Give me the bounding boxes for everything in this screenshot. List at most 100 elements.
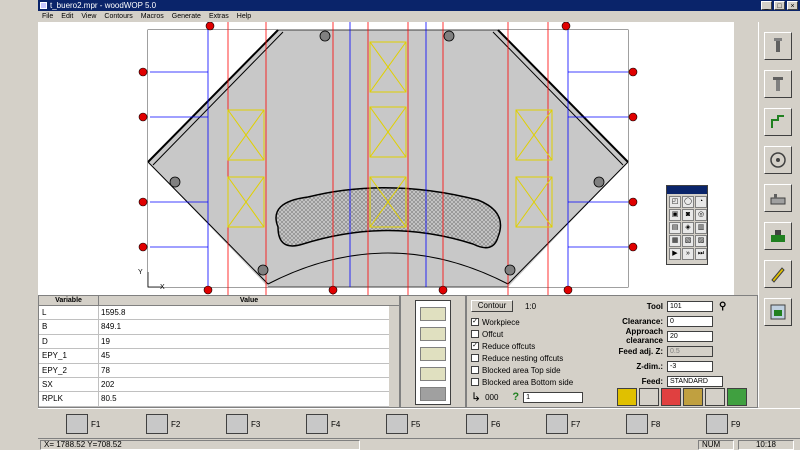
reduce-offcuts-checkbox[interactable]: ✓ Reduce offcuts [471,340,535,352]
workpiece-drawing[interactable] [38,21,734,295]
blocked-top-checkbox[interactable]: Blocked area Top side [471,364,561,376]
add-icon[interactable] [727,388,747,406]
contour-button[interactable]: Contour [471,300,513,312]
binoculars-icon[interactable]: ⚲ [719,301,726,312]
palette-tool-3[interactable]: ◔ [695,196,707,208]
table-row[interactable]: RPLK 80.5 [39,392,399,407]
nesting-button[interactable] [764,298,792,326]
palette-tool-12[interactable]: ▨ [695,235,707,247]
palette-tool-9[interactable]: ▥ [695,222,707,234]
operation-drill-icon[interactable] [420,307,446,321]
vertical-scrollbar[interactable] [389,306,399,407]
save-icon[interactable] [683,388,703,406]
feed-input[interactable]: STANDARD [667,375,723,387]
search-icon[interactable] [705,388,725,406]
up-down-arrow-icon[interactable] [639,388,659,406]
column-header-variable[interactable]: Variable [39,296,99,305]
menu-extras[interactable]: Extras [209,11,229,22]
f9-button[interactable]: F9 [706,413,740,435]
table-row[interactable]: L 1595.8 [39,306,399,321]
table-row[interactable]: B 849.1 [39,320,399,335]
z-dim-input[interactable]: -3 [667,360,713,372]
feed-field: Feed: STANDARD [587,375,723,387]
help-icon[interactable]: ? [512,391,519,403]
help-input[interactable]: 1 [523,391,584,403]
table-row[interactable]: SX 202 [39,377,399,393]
tool-input[interactable]: 101 [667,300,713,312]
saw-button[interactable] [764,146,792,174]
checkbox-checked[interactable]: ✓ [471,342,479,350]
variable-value[interactable]: 45 [99,349,399,363]
table-row[interactable]: EPY_1 45 [39,349,399,364]
menu-help[interactable]: Help [237,11,251,22]
variable-value[interactable]: 202 [99,377,399,392]
operations-list[interactable] [415,300,451,405]
f7-button[interactable]: F7 [546,413,580,435]
horizontal-drill-button[interactable] [764,70,792,98]
palette-tool-5[interactable]: ◙ [682,209,694,221]
workpiece-button[interactable] [764,184,792,212]
palette-tool-10[interactable]: ▦ [669,235,681,247]
clearance-input[interactable]: 0 [667,315,713,327]
ruler-icon[interactable] [617,388,637,406]
drawing-canvas[interactable]: Y X [38,21,734,295]
operation-route-icon[interactable] [420,367,446,381]
variable-value[interactable]: 80.5 [99,392,399,406]
blocked-bottom-checkbox[interactable]: Blocked area Bottom side [471,376,573,388]
menu-edit[interactable]: Edit [61,11,73,22]
table-row[interactable]: D 19 [39,334,399,350]
f2-button[interactable]: F2 [146,413,180,435]
contour-properties-panel: Contour 1:0 ✓ Workpiece Offcut ✓ Reduce of… [466,295,758,408]
clamp-button[interactable] [764,222,792,250]
close-button[interactable]: × [787,1,798,10]
menu-contours[interactable]: Contours [104,11,132,22]
f4-button[interactable]: F4 [306,413,340,435]
skip-end-icon[interactable]: ⏭ [695,248,707,260]
palette-tool-1[interactable]: ◰ [669,196,681,208]
play-icon[interactable]: ▶ [669,248,681,260]
palette-tool-11[interactable]: ▧ [682,235,694,247]
maximize-button[interactable]: □ [774,1,785,10]
edit-contour-button[interactable] [764,260,792,288]
approach-clearance-input[interactable]: 20 [667,330,713,342]
vertical-drill-button[interactable] [764,32,792,60]
routing-button[interactable] [764,108,792,136]
palette-tool-6[interactable]: ◎ [695,209,707,221]
offcut-checkbox[interactable]: Offcut [471,328,503,340]
menu-file[interactable]: File [42,11,53,22]
reduce-nesting-offcuts-checkbox[interactable]: Reduce nesting offcuts [471,352,563,364]
checkbox-unchecked[interactable] [471,354,479,362]
palette-titlebar[interactable] [667,186,707,194]
fast-forward-icon[interactable]: » [682,248,694,260]
palette-tool-8[interactable]: ◈ [682,222,694,234]
palette-tool-7[interactable]: ▤ [669,222,681,234]
variable-value[interactable]: 19 [99,334,399,349]
variable-value[interactable]: 1595.8 [99,306,399,320]
f3-button[interactable]: F3 [226,413,260,435]
minimize-button[interactable]: _ [761,1,772,10]
menu-view[interactable]: View [81,11,96,22]
workpiece-checkbox[interactable]: ✓ Workpiece [471,316,520,328]
f6-button[interactable]: F6 [466,413,500,435]
checkbox-unchecked[interactable] [471,378,479,386]
floating-tool-palette[interactable]: ◰ ◯ ◔ ▣ ◙ ◎ ▤ ◈ ▥ ▦ ▧ ▨ ▶ » ⏭ [666,185,708,265]
checkbox-unchecked[interactable] [471,330,479,338]
checkbox-checked[interactable]: ✓ [471,318,479,326]
menu-macros[interactable]: Macros [141,11,164,22]
table-row[interactable]: EPY_2 78 [39,363,399,378]
operation-drill-icon[interactable] [420,327,446,341]
undo-icon[interactable] [661,388,681,406]
palette-tool-2[interactable]: ◯ [682,196,694,208]
f1-button[interactable]: F1 [66,413,100,435]
variable-value[interactable]: 78 [99,363,399,377]
checkbox-unchecked[interactable] [471,366,479,374]
operation-drill-icon[interactable] [420,347,446,361]
f5-button[interactable]: F5 [386,413,420,435]
variables-table[interactable]: Variable Value L 1595.8 B 849.1 D 19 EPY_1 4… [38,295,400,408]
f8-button[interactable]: F8 [626,413,660,435]
variable-value[interactable]: 849.1 [99,320,399,334]
operation-contour-icon[interactable] [420,387,446,401]
menu-generate[interactable]: Generate [172,11,201,22]
palette-tool-4[interactable]: ▣ [669,209,681,221]
column-header-value[interactable]: Value [99,296,399,305]
